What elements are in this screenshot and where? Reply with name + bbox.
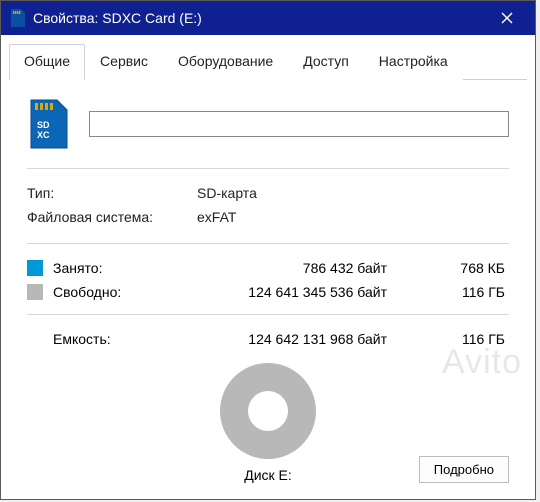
volume-info: Тип: SD-карта Файловая система: exFAT: [27, 169, 509, 244]
filesystem-value: exFAT: [197, 209, 236, 225]
sd-card-icon: [9, 9, 25, 27]
capacity-bytes: 124 642 131 968 байт: [197, 331, 387, 347]
tab-general[interactable]: Общие: [9, 44, 85, 80]
free-label: Свободно:: [53, 284, 197, 300]
type-value: SD-карта: [197, 185, 257, 201]
used-row: Занято: 786 432 байт 768 КБ: [27, 256, 509, 280]
tab-sharing[interactable]: Доступ: [288, 44, 364, 80]
svg-text:XC: XC: [37, 130, 50, 140]
tab-hardware[interactable]: Оборудование: [163, 44, 288, 80]
used-readable: 768 КБ: [387, 260, 509, 276]
details-button[interactable]: Подробно: [419, 456, 509, 483]
free-readable: 116 ГБ: [387, 284, 509, 300]
properties-window: Свойства: SDXC Card (E:) Общие Сервис Об…: [0, 0, 536, 500]
filesystem-row: Файловая система: exFAT: [27, 205, 509, 229]
volume-sd-icon: SD XC: [27, 98, 69, 150]
volume-header: SD XC: [27, 98, 509, 169]
svg-text:SD: SD: [37, 120, 50, 130]
free-swatch: [27, 284, 43, 300]
used-bytes: 786 432 байт: [197, 260, 387, 276]
tab-strip: Общие Сервис Оборудование Доступ Настрой…: [9, 43, 527, 80]
capacity-readable: 116 ГБ: [387, 331, 509, 347]
capacity-label: Емкость:: [53, 331, 197, 347]
tab-customize[interactable]: Настройка: [364, 44, 463, 80]
capacity-section: Емкость: 124 642 131 968 байт 116 ГБ Дис…: [27, 315, 509, 487]
used-swatch: [27, 260, 43, 276]
general-panel: SD XC Тип: SD-карта Файловая система: ex…: [9, 80, 527, 499]
type-row: Тип: SD-карта: [27, 181, 509, 205]
filesystem-label: Файловая система:: [27, 209, 197, 225]
close-button[interactable]: [487, 4, 527, 32]
disk-label: Диск E:: [244, 467, 292, 483]
usage-pie-chart: [220, 363, 316, 459]
close-icon: [501, 12, 513, 24]
used-label: Занято:: [53, 260, 197, 276]
volume-name-input[interactable]: [89, 111, 509, 137]
free-row: Свободно: 124 641 345 536 байт 116 ГБ: [27, 280, 509, 304]
content-area: Общие Сервис Оборудование Доступ Настрой…: [1, 35, 535, 499]
titlebar[interactable]: Свойства: SDXC Card (E:): [1, 1, 535, 35]
space-section: Занято: 786 432 байт 768 КБ Свободно: 12…: [27, 244, 509, 315]
window-title: Свойства: SDXC Card (E:): [33, 10, 479, 26]
free-bytes: 124 641 345 536 байт: [197, 284, 387, 300]
usage-chart-row: Диск E: Подробно: [27, 363, 509, 483]
type-label: Тип:: [27, 185, 197, 201]
tab-tools[interactable]: Сервис: [85, 44, 163, 80]
capacity-row: Емкость: 124 642 131 968 байт 116 ГБ: [27, 327, 509, 359]
